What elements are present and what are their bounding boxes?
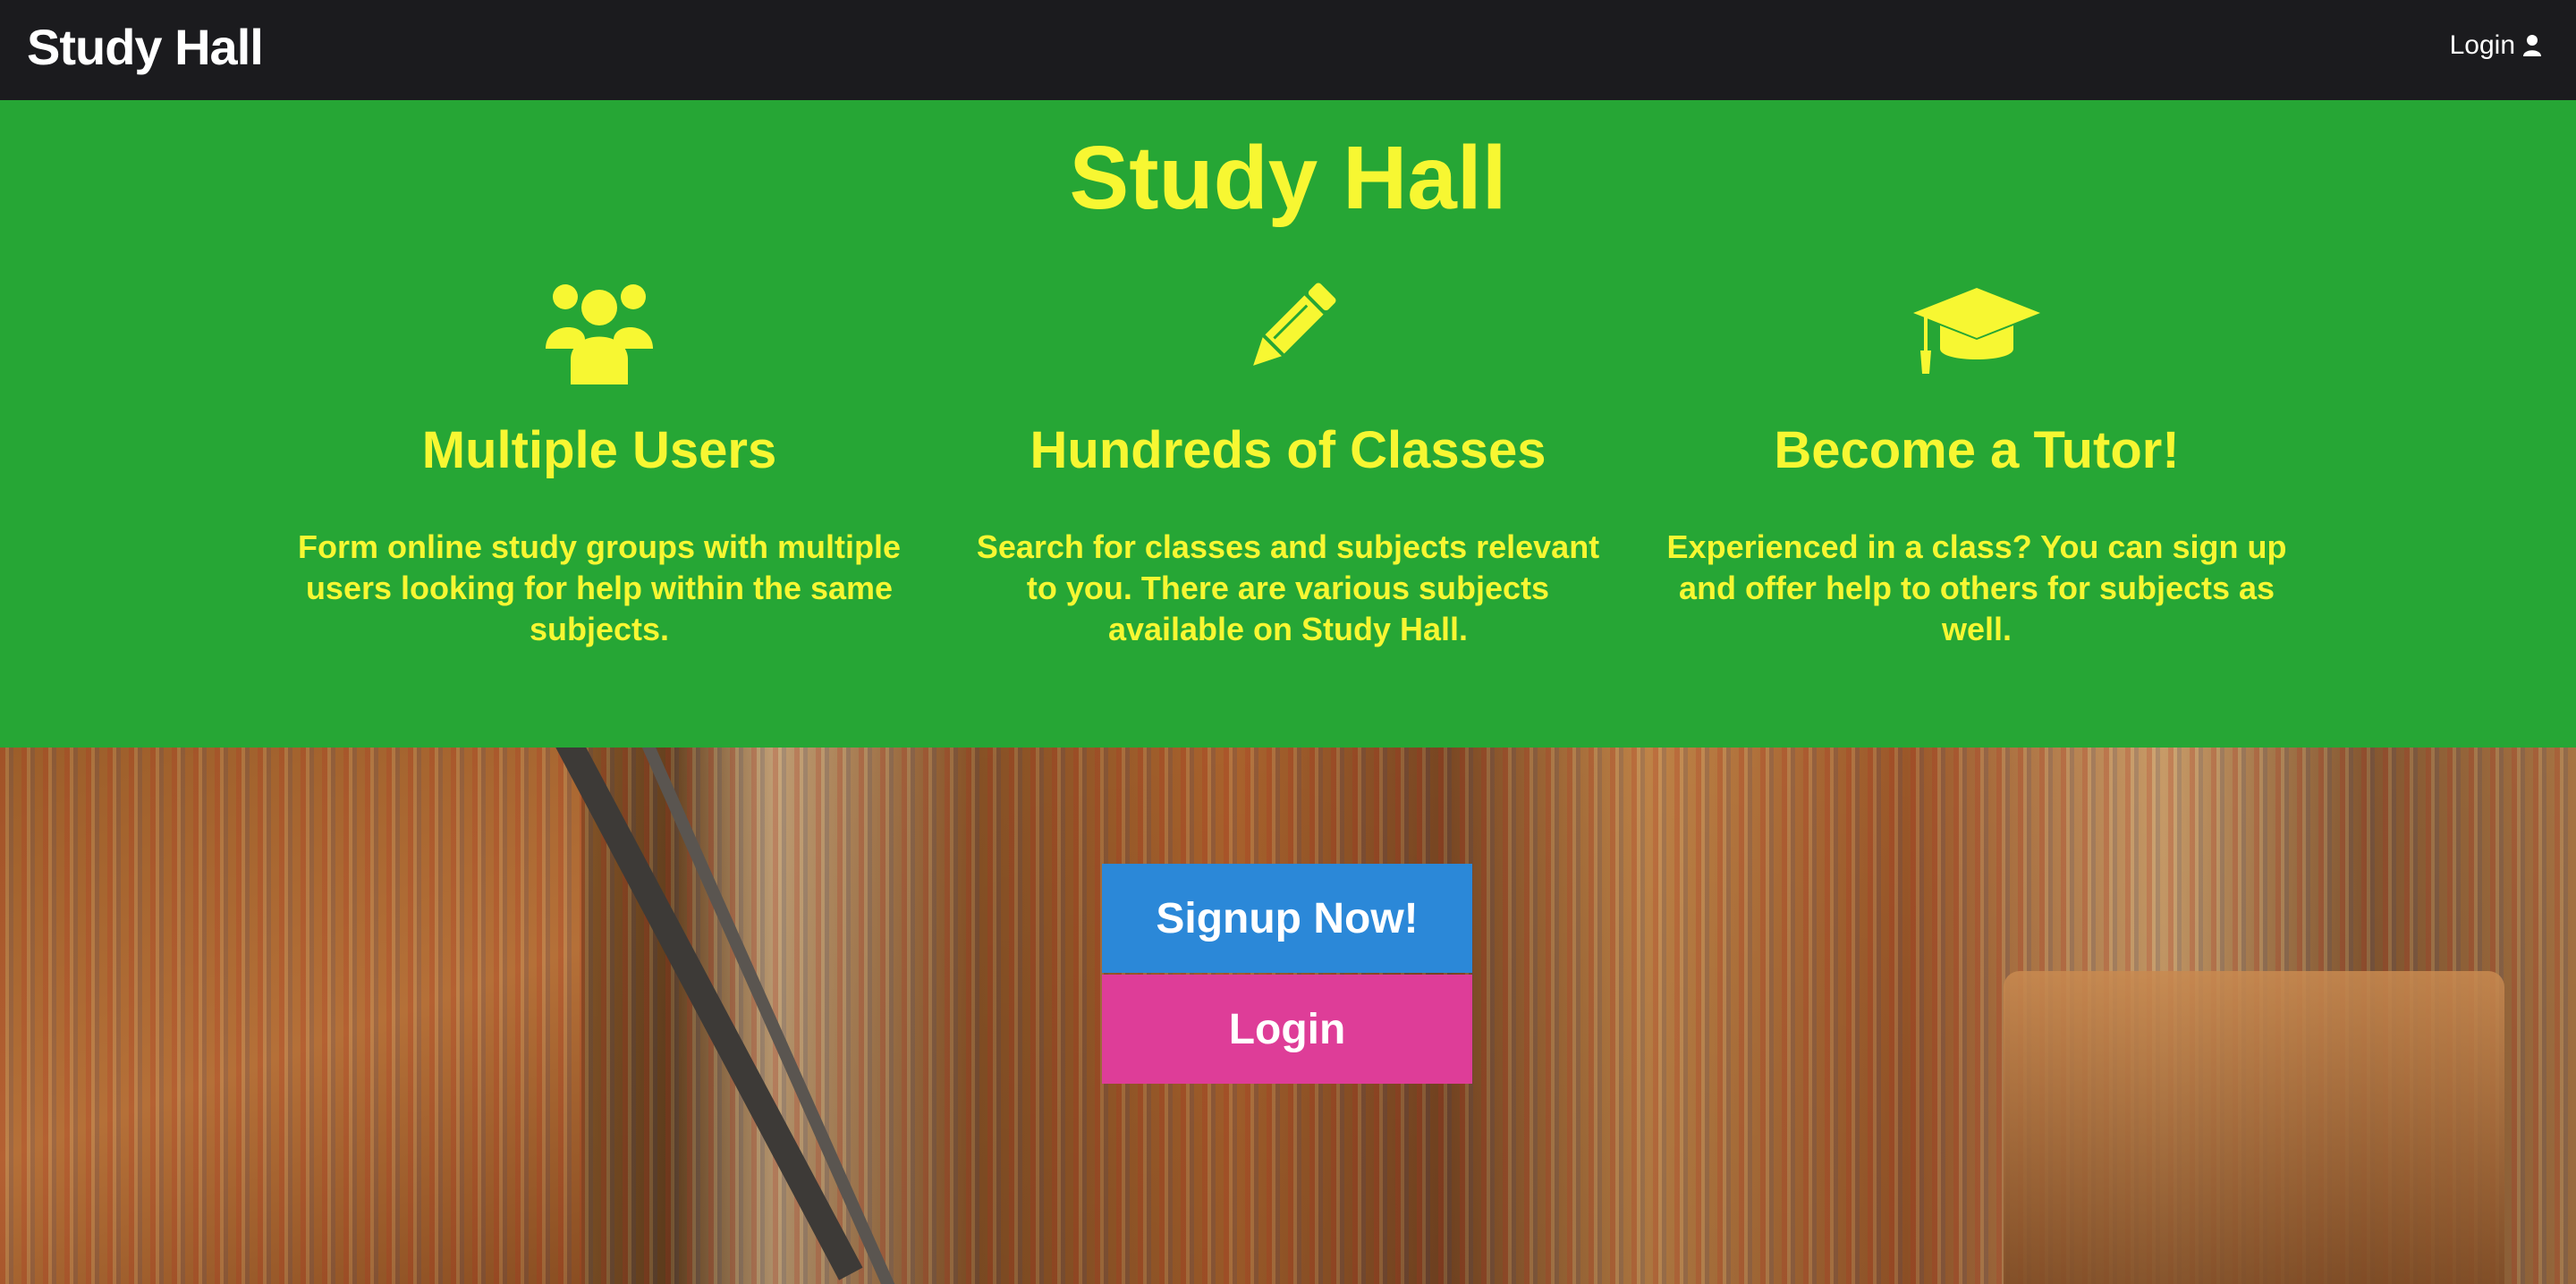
pencil-icon — [957, 268, 1619, 393]
feature-become-a-tutor: Become a Tutor! Experienced in a class? … — [1646, 268, 2308, 650]
feature-text: Form online study groups with multiple u… — [298, 528, 901, 647]
feature-text: Experienced in a class? You can sign up … — [1666, 528, 2287, 647]
feature-hundreds-of-classes: Hundreds of Classes Search for classes a… — [957, 268, 1619, 650]
feature-title: Become a Tutor! — [1774, 421, 2180, 479]
login-button[interactable]: Login — [1102, 975, 1472, 1084]
feature-text: Search for classes and subjects relevant… — [976, 528, 1600, 647]
feature-multiple-users: Multiple Users Form online study groups … — [268, 268, 930, 650]
hero-title: Study Hall — [1069, 128, 1507, 228]
navbar: Study Hall Login — [0, 0, 2576, 100]
graduation-cap-icon — [1646, 268, 2308, 393]
users-icon — [268, 268, 930, 393]
nav-login-label: Login — [2449, 30, 2515, 60]
signup-button[interactable]: Signup Now! — [1102, 864, 1472, 973]
feature-title: Multiple Users — [421, 421, 777, 479]
user-icon — [2523, 35, 2541, 56]
brand-logo[interactable]: Study Hall — [27, 18, 264, 76]
feature-title: Hundreds of Classes — [1030, 421, 1546, 479]
nav-login-link[interactable]: Login — [2450, 30, 2542, 61]
